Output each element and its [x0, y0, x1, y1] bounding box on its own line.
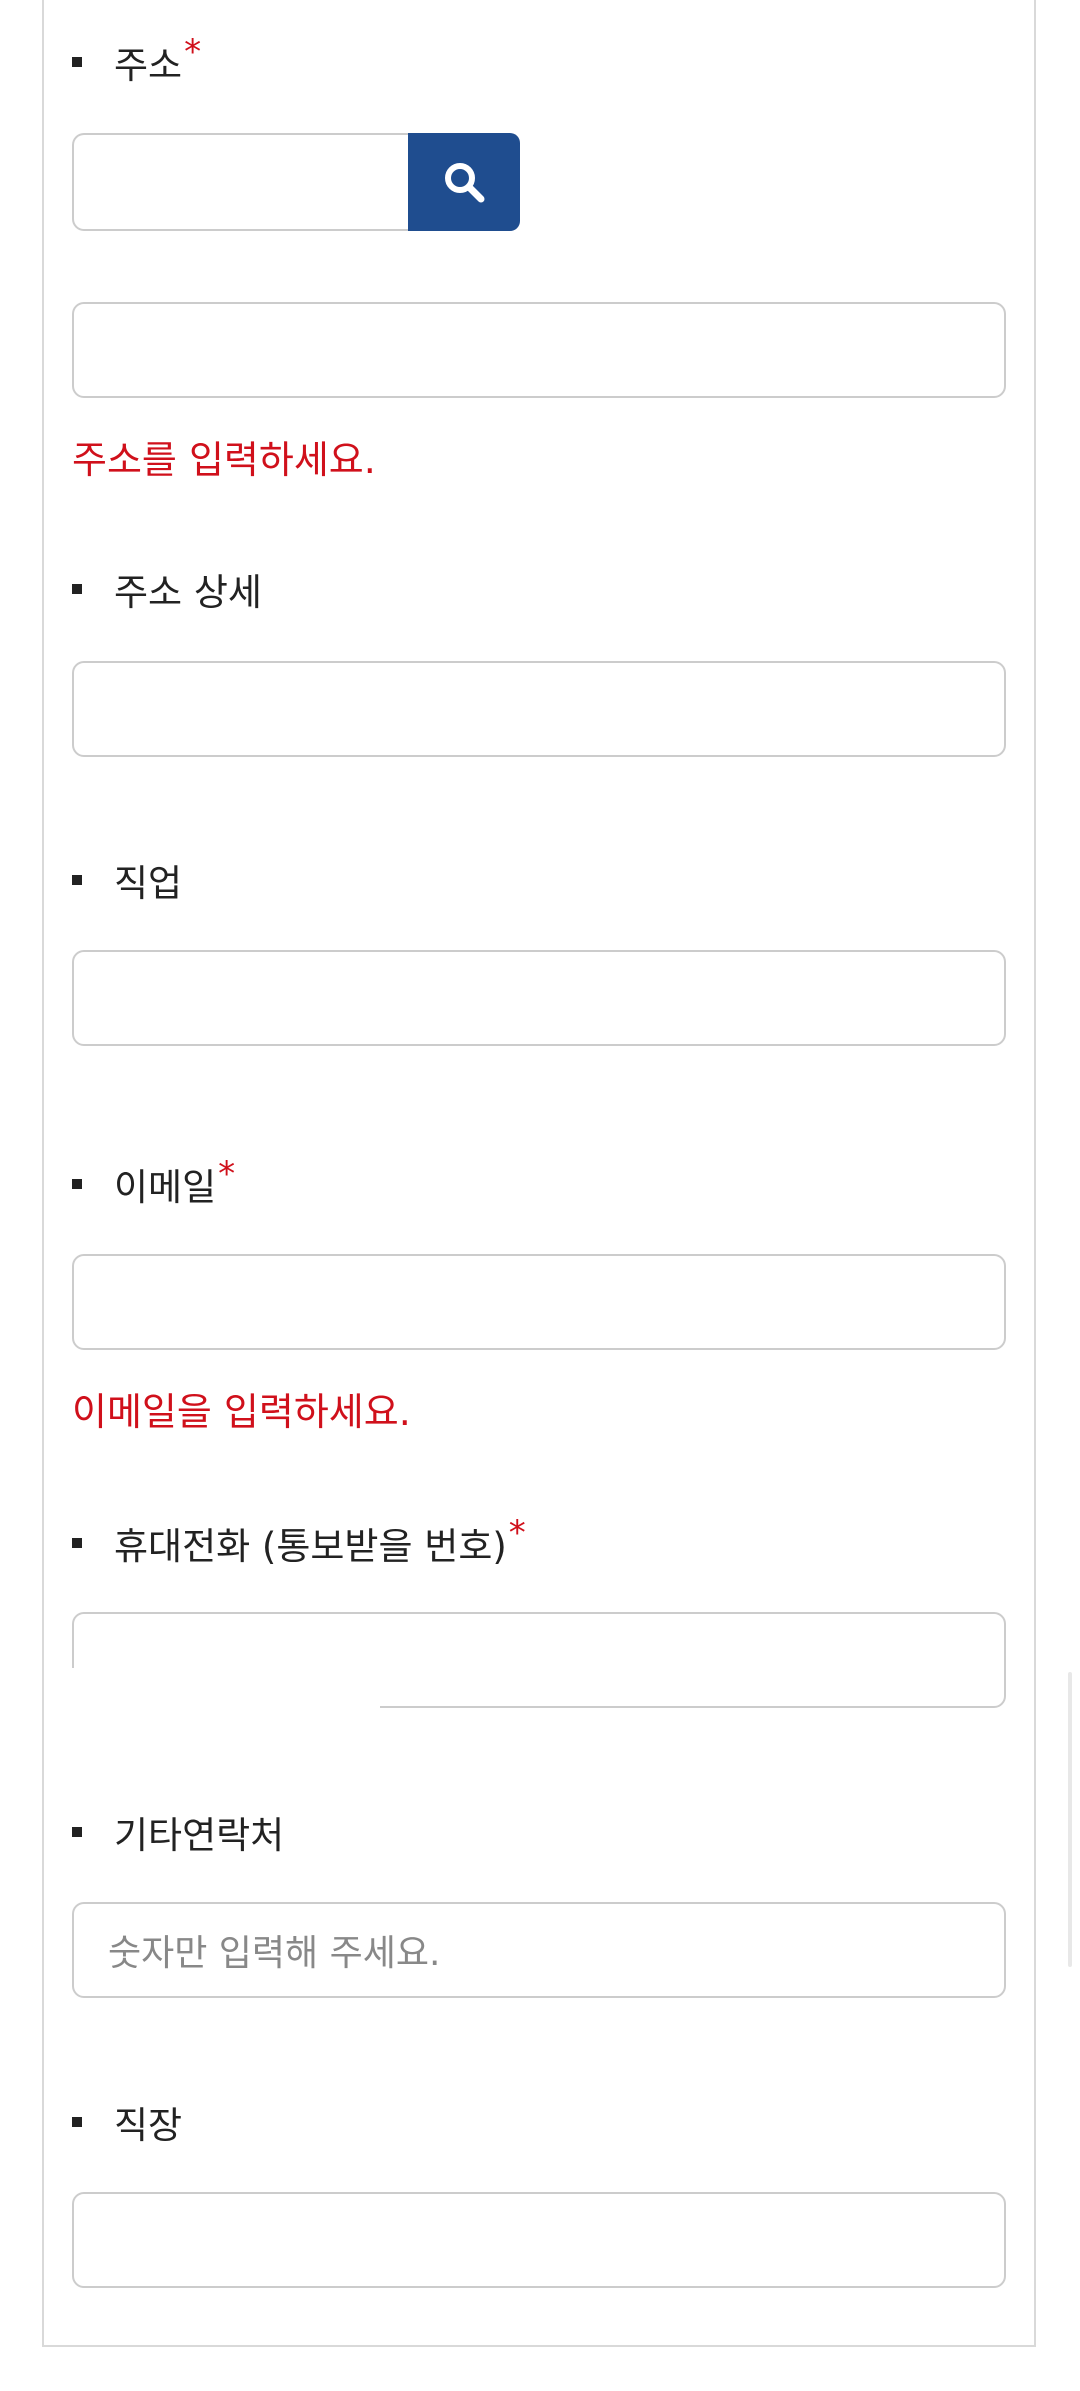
email-input[interactable]	[72, 1254, 1006, 1350]
bullet	[72, 875, 82, 885]
bullet	[72, 1827, 82, 1837]
required-mark: *	[508, 1513, 526, 1553]
mobile-label-row: 휴대전화 (통보받을 번호) *	[72, 1513, 526, 1568]
other-contact-input[interactable]: 숫자만 입력해 주세요.	[72, 1902, 1006, 1998]
address-search-button[interactable]	[408, 133, 520, 231]
email-error: 이메일을 입력하세요.	[72, 1389, 411, 1434]
email-label-row: 이메일 *	[72, 1154, 236, 1209]
address-label-row: 주소 *	[72, 32, 202, 87]
address-detail-label: 주소 상세	[114, 571, 262, 614]
job-label-row: 직업	[72, 855, 182, 905]
bullet	[72, 57, 82, 67]
bullet	[72, 584, 82, 594]
other-contact-placeholder: 숫자만 입력해 주세요.	[108, 1933, 441, 1974]
job-label: 직업	[114, 862, 183, 905]
address-detail-input[interactable]	[72, 661, 1006, 757]
address-input[interactable]	[72, 302, 1006, 398]
bullet	[72, 1179, 82, 1189]
mobile-input-overlay	[70, 1668, 380, 1718]
required-mark: *	[218, 1154, 236, 1194]
workplace-label-row: 직장	[72, 2097, 182, 2147]
address-error: 주소를 입력하세요.	[72, 437, 376, 482]
address-detail-label-row: 주소 상세	[72, 564, 262, 614]
search-icon	[445, 163, 485, 203]
required-mark: *	[184, 32, 202, 72]
scrollbar[interactable]	[1068, 1672, 1072, 1967]
bullet	[72, 1538, 82, 1548]
other-contact-label-row: 기타연락처	[72, 1807, 284, 1857]
email-label: 이메일	[114, 1166, 217, 1209]
job-input[interactable]	[72, 950, 1006, 1046]
workplace-label: 직장	[114, 2104, 183, 2147]
bullet	[72, 2117, 82, 2127]
address-label: 주소	[114, 44, 183, 87]
mobile-label: 휴대전화 (통보받을 번호)	[114, 1525, 507, 1568]
workplace-input[interactable]	[72, 2192, 1006, 2288]
other-contact-label: 기타연락처	[114, 1814, 285, 1857]
zipcode-input[interactable]	[72, 133, 417, 231]
